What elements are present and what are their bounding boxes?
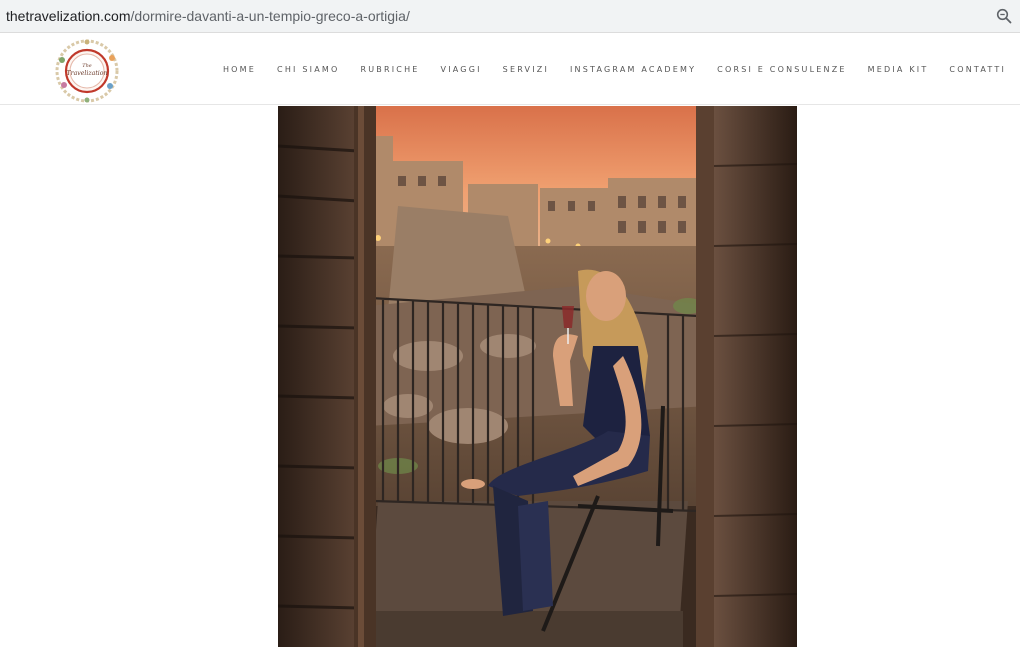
svg-text:Travelization: Travelization (66, 70, 107, 77)
nav-media-kit[interactable]: MEDIA KIT (868, 65, 929, 74)
url-path: /dormire-davanti-a-un-tempio-greco-a-ort… (130, 8, 410, 24)
nav-instagram-academy[interactable]: INSTAGRAM ACADEMY (570, 65, 696, 74)
svg-text:The: The (82, 63, 92, 69)
site-logo[interactable]: The Travelization (52, 38, 122, 104)
right-shutter (714, 106, 797, 647)
nav-viaggi[interactable]: VIAGGI (441, 65, 482, 74)
url-domain: thetravelization.com (6, 8, 131, 24)
hero-photo (278, 106, 797, 647)
nav-corsi-e-consulenze[interactable]: CORSI E CONSULENZE (717, 65, 846, 74)
nav-home[interactable]: HOME (223, 65, 256, 74)
nav-chi-siamo[interactable]: CHI SIAMO (277, 65, 339, 74)
url-text[interactable]: thetravelization.com/dormire-davanti-a-u… (6, 8, 410, 24)
main-nav: HOME CHI SIAMO RUBRICHE VIAGGI SERVIZI I… (202, 65, 1006, 74)
site-header: The Travelization HOME CHI SIAMO RUBRICH… (0, 34, 1020, 105)
nav-rubriche[interactable]: RUBRICHE (360, 65, 419, 74)
zoom-magnifier-icon[interactable] (996, 8, 1012, 24)
hero-photo-illustration (278, 106, 797, 647)
address-bar[interactable]: thetravelization.com/dormire-davanti-a-u… (0, 0, 1020, 33)
left-shutter (278, 106, 358, 647)
nav-servizi[interactable]: SERVIZI (503, 65, 549, 74)
nav-contatti[interactable]: CONTATTI (949, 65, 1006, 74)
